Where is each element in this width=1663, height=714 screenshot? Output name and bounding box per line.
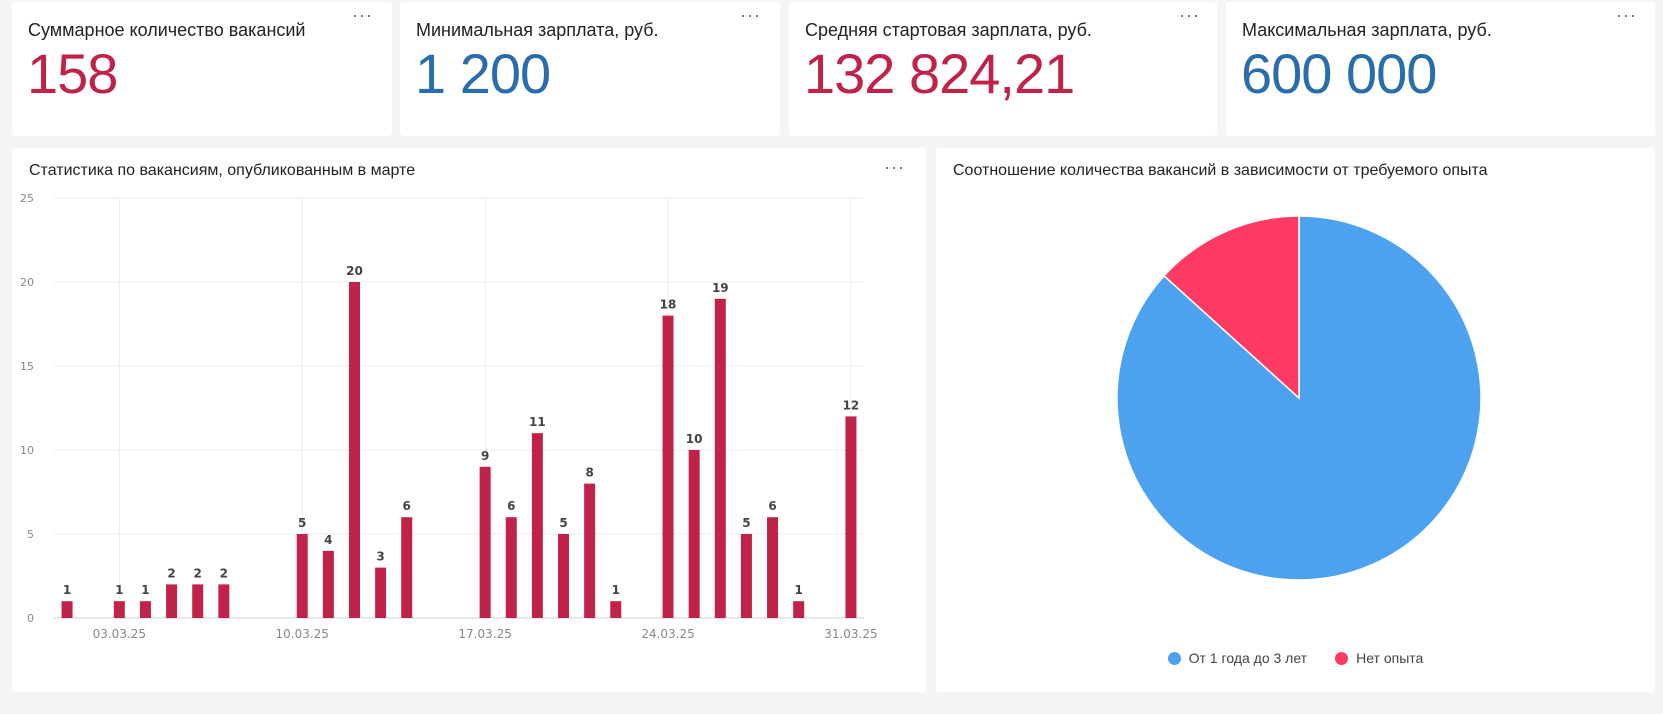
y-tick-label: 20 xyxy=(20,276,34,289)
bar xyxy=(584,483,596,618)
bar xyxy=(192,584,204,618)
kpi-menu-button[interactable]: ··· xyxy=(1616,6,1637,24)
bar xyxy=(61,601,73,618)
kpi-menu-button[interactable]: ··· xyxy=(740,6,761,24)
data-label: 1 xyxy=(115,583,123,597)
bar-chart-widget: Статистика по вакансиям, опубликованным … xyxy=(12,148,926,692)
kpi-value: 158 xyxy=(27,42,118,105)
kpi-menu-button[interactable]: ··· xyxy=(1179,6,1200,24)
bar xyxy=(218,584,230,618)
legend-item-no-experience[interactable]: Нет опыта xyxy=(1335,650,1423,666)
pie-chart-widget: Соотношение количества вакансий в зависи… xyxy=(936,148,1655,692)
kpi-value: 132 824,21 xyxy=(804,42,1075,105)
data-label: 4 xyxy=(324,533,332,547)
x-tick-label: 24.03.25 xyxy=(641,627,694,641)
kpi-card-min-salary: ··· Минимальная зарплата, руб. 1 200 xyxy=(400,2,780,136)
y-tick-label: 5 xyxy=(27,528,34,541)
data-label: 5 xyxy=(298,516,306,530)
kpi-title: Средняя стартовая зарплата, руб. xyxy=(805,20,1092,40)
bar xyxy=(348,282,360,618)
bar xyxy=(375,567,387,618)
bar xyxy=(479,466,491,618)
bar xyxy=(322,550,334,618)
kpi-title: Максимальная зарплата, руб. xyxy=(1242,20,1492,40)
pie-legend: От 1 года до 3 лет Нет опыта xyxy=(936,650,1655,666)
pie-chart xyxy=(1116,215,1482,581)
data-label: 2 xyxy=(220,566,228,580)
bar xyxy=(558,534,570,618)
y-tick-label: 0 xyxy=(27,612,34,625)
data-label: 1 xyxy=(794,583,802,597)
y-tick-label: 10 xyxy=(20,444,34,457)
kpi-card-max-salary: ··· Максимальная зарплата, руб. 600 000 xyxy=(1226,2,1655,136)
bar xyxy=(793,601,805,618)
x-tick-label: 03.03.25 xyxy=(93,627,146,641)
x-tick-label: 10.03.25 xyxy=(276,627,329,641)
bar xyxy=(505,517,517,618)
bar xyxy=(688,450,700,618)
data-label: 8 xyxy=(585,466,593,480)
legend-swatch xyxy=(1335,651,1349,665)
y-tick-label: 25 xyxy=(20,192,34,205)
bar xyxy=(740,534,752,618)
bar xyxy=(166,584,178,618)
data-label: 9 xyxy=(481,449,489,463)
data-label: 1 xyxy=(141,583,149,597)
y-tick-label: 15 xyxy=(20,360,34,373)
bar xyxy=(401,517,413,618)
x-tick-label: 17.03.25 xyxy=(458,627,511,641)
bar xyxy=(845,416,857,618)
bar xyxy=(139,601,151,618)
data-label: 2 xyxy=(167,566,175,580)
data-label: 11 xyxy=(529,415,546,429)
bar xyxy=(531,433,543,618)
data-label: 6 xyxy=(507,499,515,513)
kpi-title: Суммарное количество вакансий xyxy=(28,20,306,40)
bar xyxy=(296,534,308,618)
kpi-card-total-vacancies: ··· Суммарное количество вакансий 158 xyxy=(12,2,392,136)
kpi-menu-button[interactable]: ··· xyxy=(352,6,373,24)
kpi-title: Минимальная зарплата, руб. xyxy=(416,20,659,40)
legend-item-experience-1-3[interactable]: От 1 года до 3 лет xyxy=(1167,650,1308,666)
bar-chart: 051015202503.03.25 10.03.25 17.03.25 24.03.… xyxy=(20,192,878,641)
data-label: 5 xyxy=(559,516,567,530)
kpi-value: 600 000 xyxy=(1241,42,1437,105)
bar xyxy=(113,601,125,618)
data-label: 1 xyxy=(612,583,620,597)
kpi-value: 1 200 xyxy=(415,42,551,105)
data-label: 19 xyxy=(712,281,729,295)
data-label: 12 xyxy=(843,398,860,412)
legend-label: Нет опыта xyxy=(1356,650,1424,666)
data-label: 5 xyxy=(742,516,750,530)
data-label: 1 xyxy=(63,583,71,597)
kpi-card-avg-salary: ··· Средняя стартовая зарплата, руб. 132… xyxy=(789,2,1217,136)
data-label: 6 xyxy=(403,499,411,513)
bar xyxy=(714,298,726,618)
legend-label: От 1 года до 3 лет xyxy=(1188,650,1308,666)
bar xyxy=(610,601,622,618)
legend-swatch xyxy=(1167,651,1181,665)
bar xyxy=(767,517,779,618)
data-label: 20 xyxy=(346,264,363,278)
data-label: 2 xyxy=(194,566,202,580)
data-label: 6 xyxy=(768,499,776,513)
data-label: 18 xyxy=(660,298,677,312)
data-label: 3 xyxy=(376,550,384,564)
bar xyxy=(662,315,674,618)
data-label: 10 xyxy=(686,432,703,446)
x-tick-label: 31.03.25 xyxy=(824,627,877,641)
